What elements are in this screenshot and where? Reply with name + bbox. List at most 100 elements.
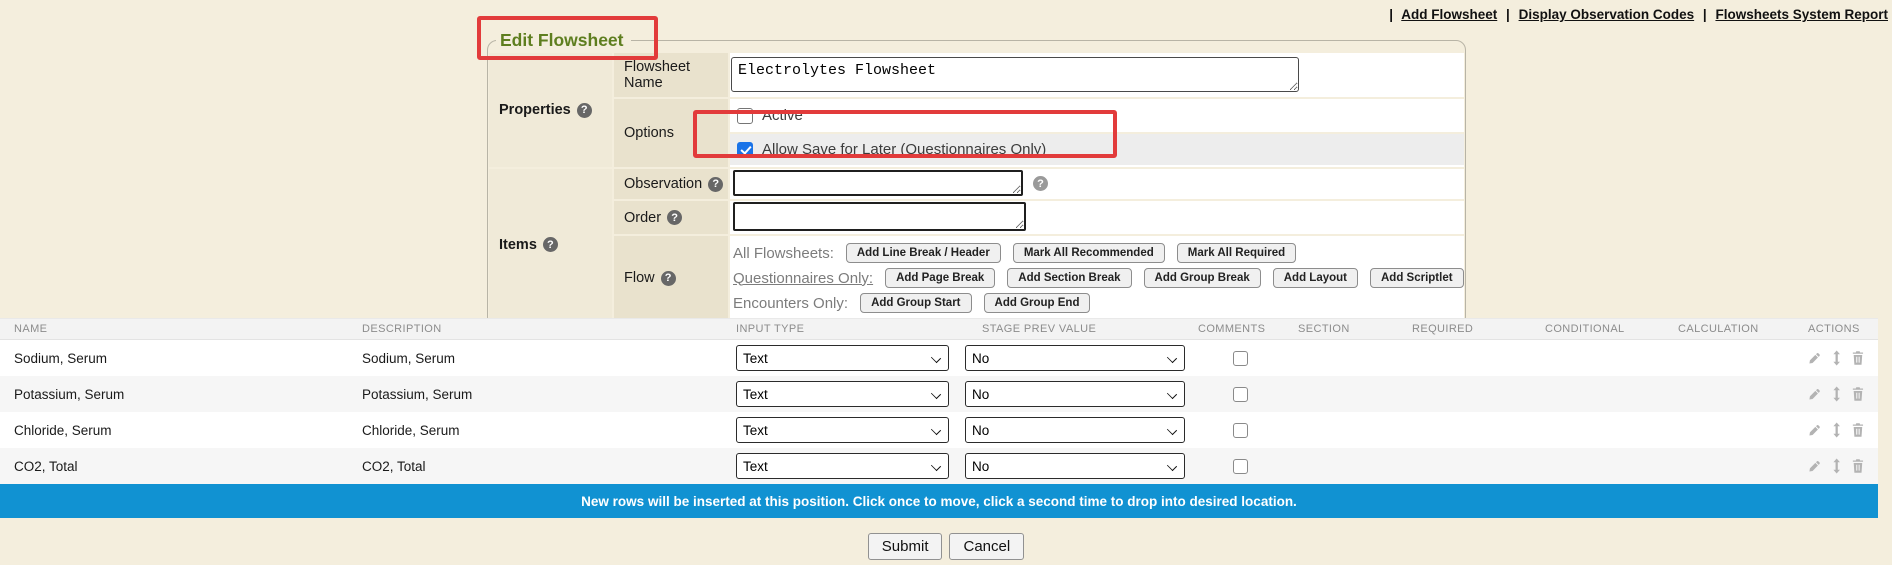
add-scriptlet-button[interactable]: Add Scriptlet bbox=[1370, 268, 1464, 288]
mark-all-required-button[interactable]: Mark All Required bbox=[1177, 243, 1296, 263]
questionnaires-only-label: Questionnaires Only: bbox=[733, 270, 873, 287]
mark-all-recommended-button[interactable]: Mark All Recommended bbox=[1013, 243, 1165, 263]
flowsheet-items-table: NAME DESCRIPTION INPUT TYPE STAGE PREV V… bbox=[0, 318, 1878, 518]
add-line-break-header-button[interactable]: Add Line Break / Header bbox=[846, 243, 1001, 263]
observation-label: Observation ? bbox=[614, 169, 728, 199]
edit-flowsheet-form: Edit Flowsheet Properties ? Items ? Flow… bbox=[487, 30, 1388, 327]
edit-pencil-icon[interactable] bbox=[1808, 423, 1821, 438]
flow-all-flowsheets-row: All Flowsheets: Add Line Break / Header … bbox=[733, 243, 1464, 263]
stage-prev-value-select[interactable]: No bbox=[965, 417, 1185, 443]
add-flowsheet-link[interactable]: Add Flowsheet bbox=[1401, 7, 1497, 22]
order-help-icon[interactable]: ? bbox=[667, 210, 682, 225]
table-row: Potassium, Serum Potassium, Serum Text N… bbox=[0, 376, 1878, 412]
flow-questionnaires-row: Questionnaires Only: Add Page Break Add … bbox=[733, 268, 1464, 288]
table-row: Chloride, Serum Chloride, Serum Text No bbox=[0, 412, 1878, 448]
add-group-end-button[interactable]: Add Group End bbox=[984, 293, 1091, 313]
item-name: CO2, Total bbox=[0, 459, 354, 474]
cancel-button[interactable]: Cancel bbox=[949, 533, 1024, 560]
input-type-select[interactable]: Text bbox=[736, 417, 949, 443]
items-help-icon[interactable]: ? bbox=[543, 237, 558, 252]
input-type-select[interactable]: Text bbox=[736, 381, 949, 407]
col-header-input-type: INPUT TYPE bbox=[728, 323, 950, 335]
add-page-break-button[interactable]: Add Page Break bbox=[885, 268, 995, 288]
item-name: Chloride, Serum bbox=[0, 423, 354, 438]
allow-save-checkbox[interactable] bbox=[737, 142, 753, 158]
link-separator: | bbox=[1703, 7, 1707, 22]
flowsheet-name-label: Flowsheet Name bbox=[614, 53, 728, 97]
all-flowsheets-label: All Flowsheets: bbox=[733, 245, 834, 262]
add-section-break-button[interactable]: Add Section Break bbox=[1007, 268, 1131, 288]
row-actions bbox=[1800, 422, 1878, 438]
order-label: Order ? bbox=[614, 201, 728, 234]
stage-prev-value-select[interactable]: No bbox=[965, 345, 1185, 371]
add-group-start-button[interactable]: Add Group Start bbox=[860, 293, 971, 313]
display-observation-codes-link[interactable]: Display Observation Codes bbox=[1519, 7, 1695, 22]
add-group-break-button[interactable]: Add Group Break bbox=[1144, 268, 1261, 288]
item-description: Potassium, Serum bbox=[354, 387, 728, 402]
link-separator: | bbox=[1506, 7, 1510, 22]
table-header-row: NAME DESCRIPTION INPUT TYPE STAGE PREV V… bbox=[0, 318, 1878, 340]
flowsheets-system-report-link[interactable]: Flowsheets System Report bbox=[1715, 7, 1888, 22]
observation-input[interactable] bbox=[733, 170, 1023, 196]
item-name: Potassium, Serum bbox=[0, 387, 354, 402]
page-title: Edit Flowsheet bbox=[496, 30, 631, 51]
row-actions bbox=[1800, 350, 1878, 366]
allow-save-checkbox-label: Allow Save for Later (Questionnaires Onl… bbox=[762, 141, 1046, 158]
stage-prev-value-select[interactable]: No bbox=[965, 453, 1185, 479]
move-up-down-icon[interactable] bbox=[1832, 458, 1841, 474]
comments-checkbox[interactable] bbox=[1233, 423, 1248, 438]
col-header-calculation: CALCULATION bbox=[1670, 323, 1800, 335]
edit-pencil-icon[interactable] bbox=[1808, 351, 1821, 366]
edit-pencil-icon[interactable] bbox=[1808, 459, 1821, 474]
col-header-description: DESCRIPTION bbox=[354, 323, 728, 335]
stage-prev-value-select[interactable]: No bbox=[965, 381, 1185, 407]
active-checkbox-label: Active bbox=[762, 107, 803, 124]
delete-trash-icon[interactable] bbox=[1852, 386, 1864, 402]
submit-button[interactable]: Submit bbox=[868, 533, 943, 560]
table-row: Sodium, Serum Sodium, Serum Text No bbox=[0, 340, 1878, 376]
option-active-row: Active bbox=[730, 99, 1464, 132]
flow-help-icon[interactable]: ? bbox=[661, 271, 676, 286]
comments-checkbox[interactable] bbox=[1233, 459, 1248, 474]
col-header-name: NAME bbox=[0, 323, 354, 335]
move-up-down-icon[interactable] bbox=[1832, 350, 1841, 366]
delete-trash-icon[interactable] bbox=[1852, 458, 1864, 474]
flowsheet-name-input[interactable] bbox=[731, 57, 1299, 92]
col-header-stage-prev-value: STAGE PREV VALUE bbox=[950, 323, 1190, 335]
table-row: CO2, Total CO2, Total Text No bbox=[0, 448, 1878, 484]
delete-trash-icon[interactable] bbox=[1852, 350, 1864, 366]
items-group-label: Items ? bbox=[489, 169, 612, 320]
comments-checkbox[interactable] bbox=[1233, 351, 1248, 366]
observation-help-icon[interactable]: ? bbox=[708, 177, 723, 192]
properties-help-icon[interactable]: ? bbox=[577, 103, 592, 118]
footer-actions: Submit Cancel bbox=[0, 533, 1892, 560]
add-layout-button[interactable]: Add Layout bbox=[1273, 268, 1358, 288]
col-header-section: SECTION bbox=[1290, 323, 1404, 335]
active-checkbox[interactable] bbox=[737, 108, 753, 124]
item-description: Sodium, Serum bbox=[354, 351, 728, 366]
move-up-down-icon[interactable] bbox=[1832, 386, 1841, 402]
flow-label: Flow ? bbox=[614, 236, 728, 320]
insert-position-bar[interactable]: New rows will be inserted at this positi… bbox=[0, 484, 1878, 518]
flow-encounters-row: Encounters Only: Add Group Start Add Gro… bbox=[733, 293, 1464, 313]
item-description: Chloride, Serum bbox=[354, 423, 728, 438]
item-name: Sodium, Serum bbox=[0, 351, 354, 366]
observation-input-help-icon[interactable]: ? bbox=[1033, 176, 1048, 191]
link-separator: | bbox=[1389, 7, 1393, 22]
row-actions bbox=[1800, 458, 1878, 474]
delete-trash-icon[interactable] bbox=[1852, 422, 1864, 438]
col-header-conditional: CONDITIONAL bbox=[1537, 323, 1670, 335]
encounters-only-label: Encounters Only: bbox=[733, 295, 848, 312]
order-input[interactable] bbox=[733, 202, 1026, 231]
edit-pencil-icon[interactable] bbox=[1808, 387, 1821, 402]
col-header-comments: COMMENTS bbox=[1190, 323, 1290, 335]
top-nav: | Add Flowsheet | Display Observation Co… bbox=[1384, 7, 1888, 22]
item-description: CO2, Total bbox=[354, 459, 728, 474]
input-type-select[interactable]: Text bbox=[736, 453, 949, 479]
move-up-down-icon[interactable] bbox=[1832, 422, 1841, 438]
input-type-select[interactable]: Text bbox=[736, 345, 949, 371]
comments-checkbox[interactable] bbox=[1233, 387, 1248, 402]
options-label: Options bbox=[614, 99, 728, 167]
row-actions bbox=[1800, 386, 1878, 402]
col-header-actions: ACTIONS bbox=[1800, 323, 1878, 335]
